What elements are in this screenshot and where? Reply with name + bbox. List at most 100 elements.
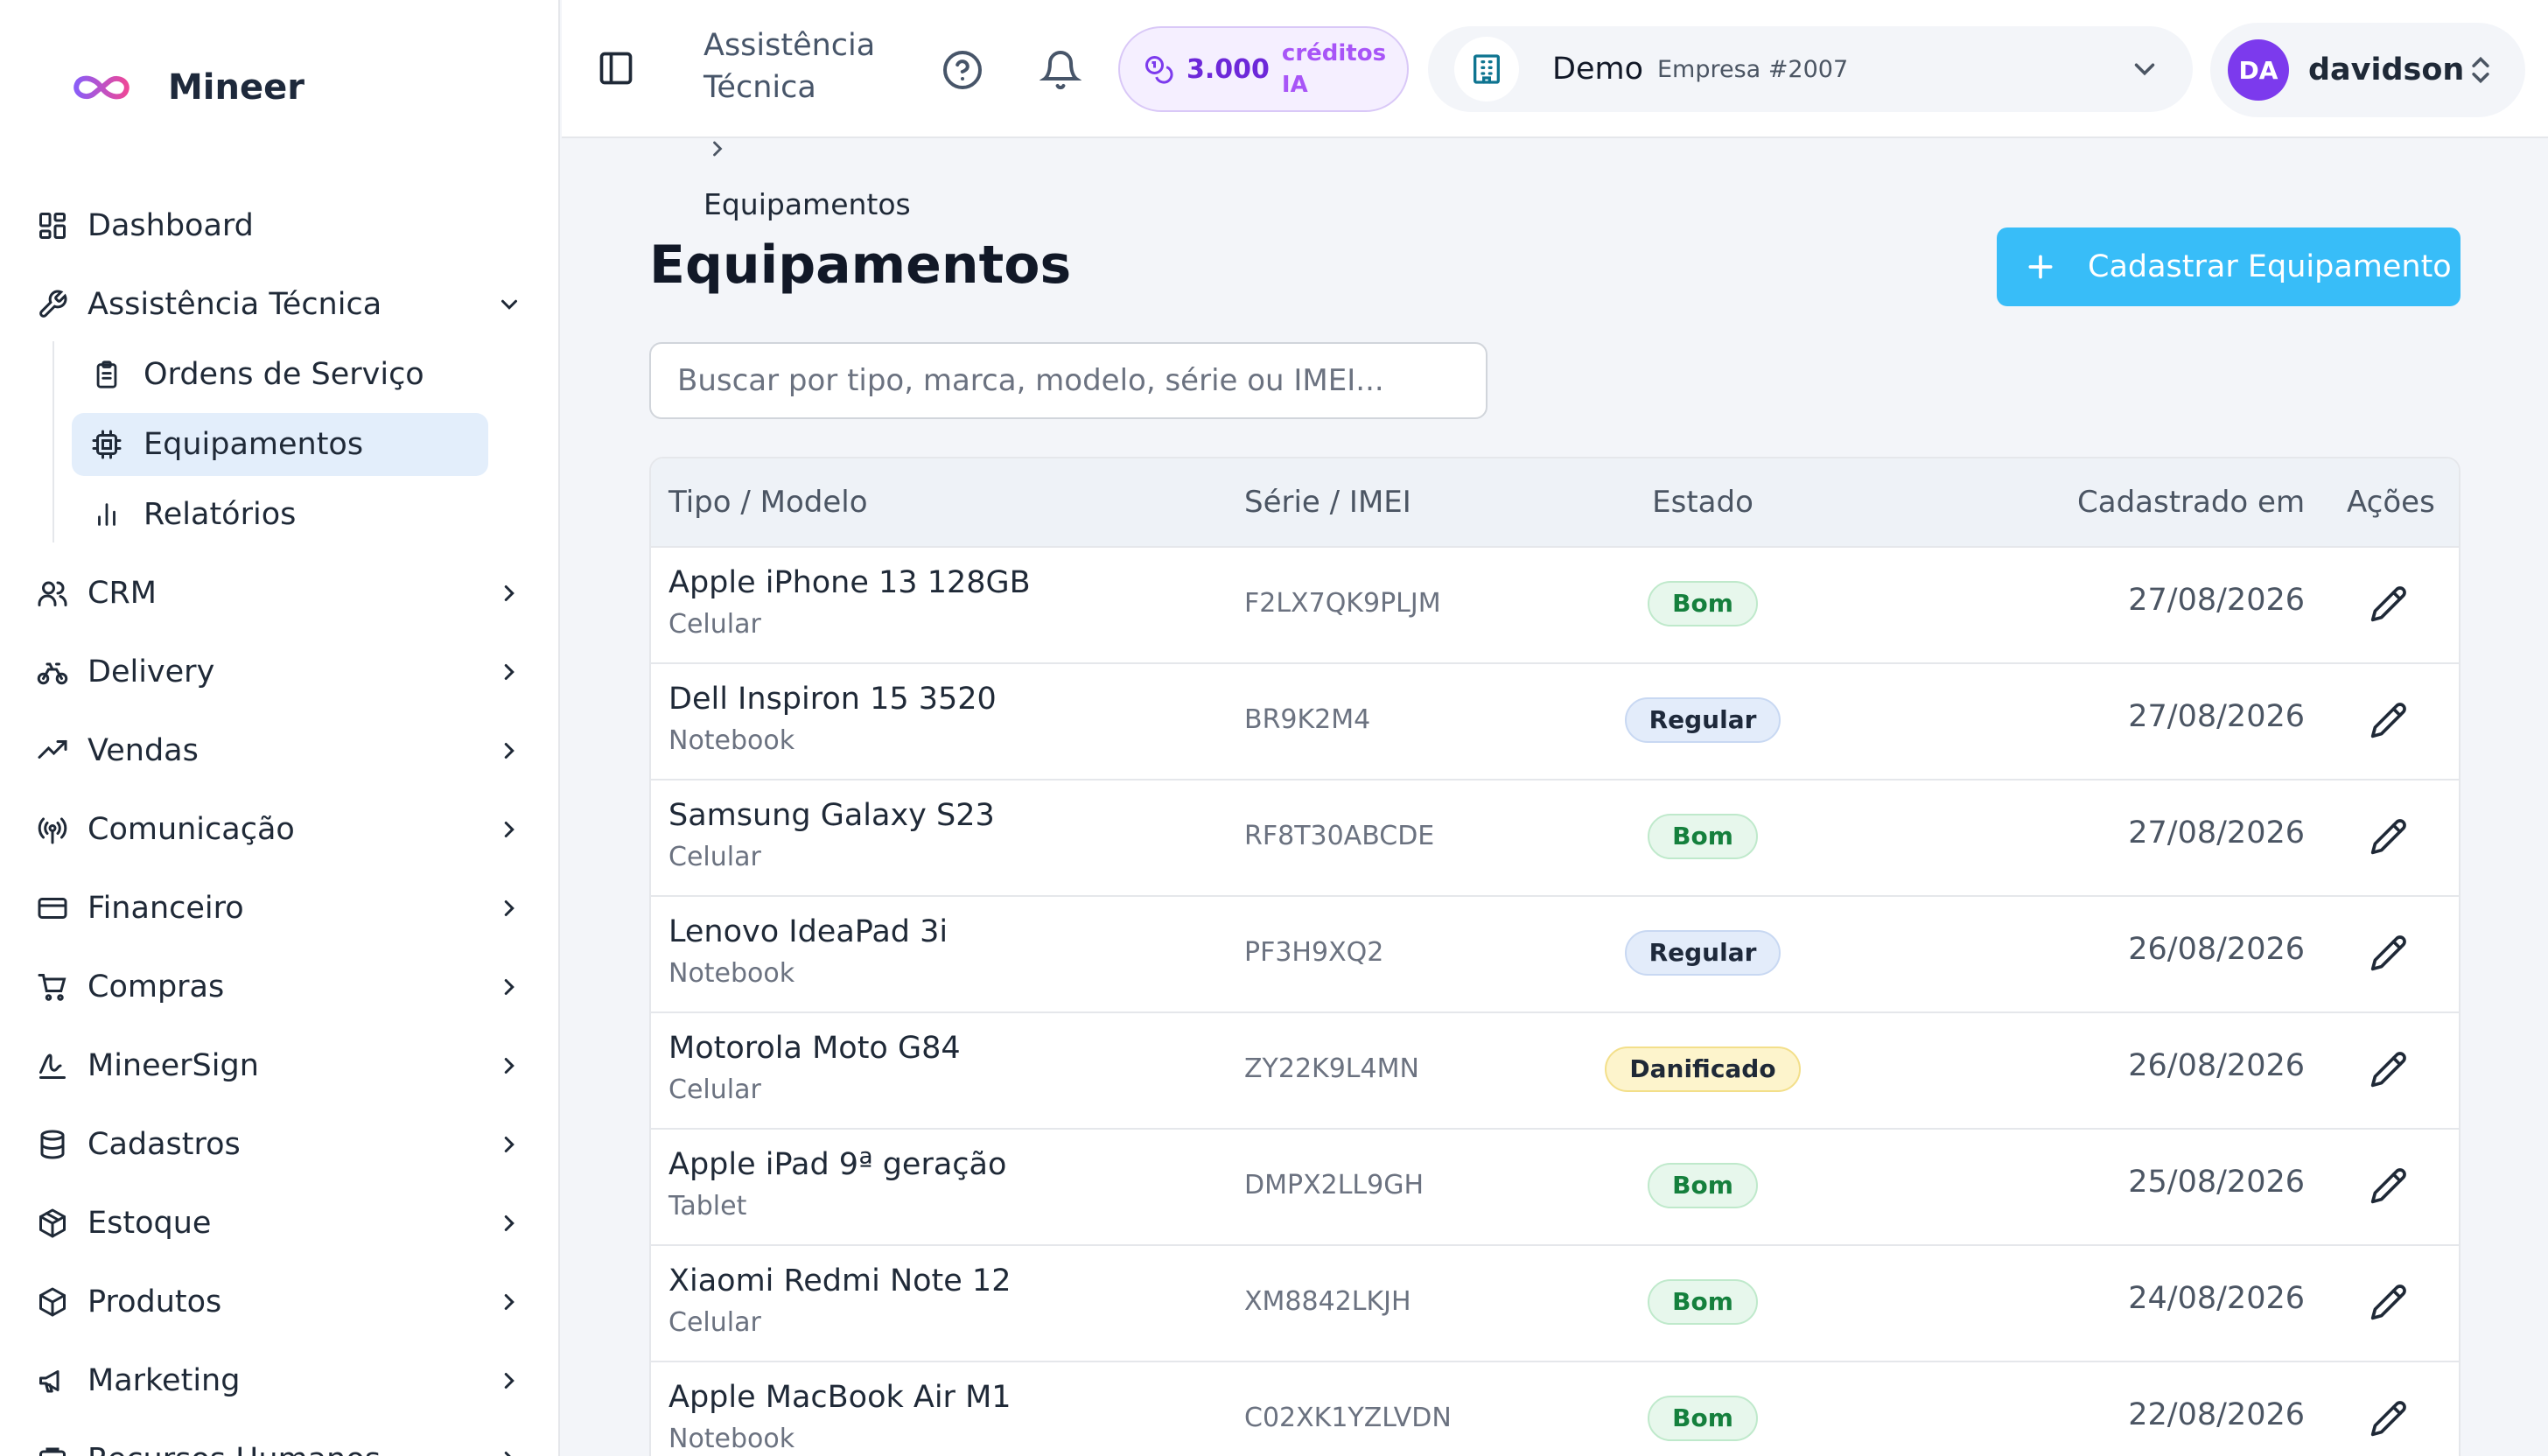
- status-cell: Bom: [1578, 814, 1827, 859]
- add-equipment-button[interactable]: Cadastrar Equipamento: [1997, 228, 2460, 306]
- sidebar-item-recursos-humanos[interactable]: Recursos Humanos: [35, 1428, 527, 1456]
- sidebar-item-equipamentos[interactable]: Equipamentos: [72, 413, 488, 476]
- cpu-icon: [89, 427, 124, 462]
- user-menu[interactable]: DA davidson: [2210, 23, 2525, 117]
- sidebar-toggle-icon[interactable]: [597, 49, 635, 88]
- table-row[interactable]: Xiaomi Redmi Note 12 Celular XM8842LKJH Bom…: [651, 1246, 2459, 1362]
- equipment-type: Tablet: [668, 1191, 747, 1222]
- ai-credits-badge[interactable]: 3.000 créditos IA: [1118, 26, 1409, 112]
- column-header-serial[interactable]: Série / IMEI: [1244, 485, 1411, 520]
- sidebar-item-compras[interactable]: Compras: [35, 956, 527, 1018]
- table-row[interactable]: Dell Inspiron 15 3520 Notebook BR9K2M4 Regu…: [651, 664, 2459, 780]
- registration-date: 27/08/2026: [2128, 699, 2305, 734]
- table-row[interactable]: Apple MacBook Air M1 Notebook C02XK1YZLVDN…: [651, 1362, 2459, 1456]
- sidebar-item-dashboard[interactable]: Dashboard: [35, 194, 527, 257]
- status-cell: Regular: [1578, 697, 1827, 743]
- edit-icon[interactable]: [2370, 1399, 2413, 1443]
- sidebar-item-label: Ordens de Serviço: [144, 357, 424, 392]
- table-row[interactable]: Apple iPad 9ª geração Tablet DMPX2LL9GH Bom…: [651, 1130, 2459, 1246]
- equipment-type: Notebook: [668, 725, 795, 756]
- sidebar-item-mineersign[interactable]: MineerSign: [35, 1034, 527, 1097]
- sidebar-item-produtos[interactable]: Produtos: [35, 1270, 527, 1334]
- bell-icon[interactable]: [1040, 49, 1082, 91]
- chevron-right-icon[interactable]: [492, 654, 527, 690]
- registration-date: 25/08/2026: [2128, 1165, 2305, 1200]
- sidebar-item-label: MineerSign: [88, 1048, 259, 1083]
- clipboard-icon: [89, 357, 124, 392]
- equipment-model: Apple MacBook Air M1: [668, 1380, 1012, 1415]
- box-icon: [35, 1284, 70, 1320]
- status-cell: Bom: [1578, 1279, 1827, 1325]
- sidebar-item-crm[interactable]: CRM: [35, 562, 527, 625]
- chevron-right-icon[interactable]: [492, 1363, 527, 1398]
- chevrons-up-down-icon: [2464, 52, 2497, 88]
- equipment-serial: XM8842LKJH: [1244, 1286, 1411, 1317]
- edit-icon[interactable]: [2370, 1050, 2413, 1094]
- mineer-logo-icon: [68, 70, 135, 105]
- table-row[interactable]: Apple iPhone 13 128GB Celular F2LX7QK9PLJM…: [651, 548, 2459, 664]
- sidebar-item-label: Financeiro: [88, 891, 244, 926]
- status-badge: Bom: [1648, 1396, 1758, 1441]
- company-selector[interactable]: Demo Empresa #2007: [1428, 26, 2193, 112]
- sidebar-item-estoque[interactable]: Estoque: [35, 1192, 527, 1255]
- equipment-model: Xiaomi Redmi Note 12: [668, 1264, 1012, 1298]
- edit-icon[interactable]: [2370, 1283, 2413, 1326]
- chevron-right-icon[interactable]: [492, 1206, 527, 1241]
- sidebar-item-label: Assistência Técnica: [88, 287, 382, 322]
- chevron-right-icon[interactable]: [492, 812, 527, 847]
- table-row[interactable]: Motorola Moto G84 Celular ZY22K9L4MN Danifi…: [651, 1013, 2459, 1130]
- search-input[interactable]: [649, 342, 1488, 419]
- bike-icon: [35, 654, 70, 690]
- chevron-right-icon[interactable]: [492, 891, 527, 926]
- edit-icon[interactable]: [2370, 934, 2413, 977]
- credits-coin-icon: [1143, 53, 1174, 85]
- column-header-model[interactable]: Tipo / Modelo: [668, 485, 868, 520]
- credits-amount: 3.000: [1186, 53, 1270, 85]
- sidebar-item-financeiro[interactable]: Financeiro: [35, 877, 527, 940]
- sidebar-item-vendas[interactable]: Vendas: [35, 719, 527, 782]
- column-header-date[interactable]: Cadastrado em: [2077, 485, 2305, 520]
- chevron-right-icon[interactable]: [492, 733, 527, 768]
- sidebar-item-ordens-de-servico[interactable]: Ordens de Serviço: [72, 343, 488, 406]
- cart-icon: [35, 970, 70, 1004]
- column-header-status[interactable]: Estado: [1652, 485, 1754, 520]
- chevron-right-icon[interactable]: [492, 1284, 527, 1320]
- dashboard-icon: [35, 208, 70, 243]
- sidebar-item-label: Produtos: [88, 1284, 222, 1320]
- status-cell: Danificado: [1578, 1046, 1827, 1092]
- equipment-model: Apple iPhone 13 128GB: [668, 565, 1031, 600]
- table-row[interactable]: Lenovo IdeaPad 3i Notebook PF3H9XQ2 Regular…: [651, 897, 2459, 1013]
- edit-icon[interactable]: [2370, 1166, 2413, 1210]
- chevron-down-icon: [2128, 52, 2161, 86]
- sidebar-item-label: Recursos Humanos: [88, 1442, 381, 1456]
- credits-label: créditos IA: [1281, 40, 1387, 98]
- sidebar-item-marketing[interactable]: Marketing: [35, 1349, 527, 1412]
- database-icon: [35, 1127, 70, 1162]
- sidebar-item-assistencia-tecnica[interactable]: Assistência Técnica: [35, 273, 527, 336]
- edit-icon[interactable]: [2370, 584, 2413, 628]
- chevron-right-icon[interactable]: [492, 1048, 527, 1083]
- equipment-model: Dell Inspiron 15 3520: [668, 682, 997, 717]
- chevron-right-icon[interactable]: [492, 576, 527, 611]
- chevron-right-icon[interactable]: [492, 1442, 527, 1456]
- status-badge: Regular: [1624, 930, 1782, 976]
- chevron-right-icon[interactable]: [492, 970, 527, 1004]
- status-cell: Bom: [1578, 1396, 1827, 1441]
- brand[interactable]: Mineer: [68, 60, 304, 116]
- chevron-down-icon[interactable]: [492, 287, 527, 322]
- equipment-serial: F2LX7QK9PLJM: [1244, 588, 1441, 619]
- sidebar-item-comunicacao[interactable]: Comunicação: [35, 798, 527, 861]
- help-icon[interactable]: [942, 49, 984, 91]
- sidebar-item-cadastros[interactable]: Cadastros: [35, 1113, 527, 1176]
- chevron-right-icon[interactable]: [492, 1127, 527, 1162]
- sidebar-item-delivery[interactable]: Delivery: [35, 640, 527, 704]
- sidebar-item-relatorios[interactable]: Relatórios: [72, 483, 488, 546]
- registration-date: 27/08/2026: [2128, 583, 2305, 618]
- table-row[interactable]: Samsung Galaxy S23 Celular RF8T30ABCDE Bom 2…: [651, 780, 2459, 897]
- edit-icon[interactable]: [2370, 701, 2413, 745]
- edit-icon[interactable]: [2370, 817, 2413, 861]
- column-header-actions: Ações: [2347, 485, 2435, 520]
- signature-icon: [35, 1048, 70, 1083]
- status-cell: Bom: [1578, 581, 1827, 626]
- equipment-type: Celular: [668, 609, 761, 640]
